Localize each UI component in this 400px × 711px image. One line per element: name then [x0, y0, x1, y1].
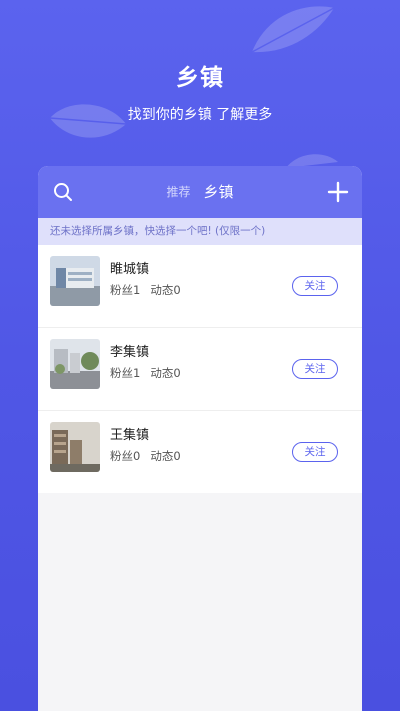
follow-button[interactable]: 关注 [292, 359, 338, 379]
follow-button[interactable]: 关注 [292, 276, 338, 296]
town-thumbnail [50, 422, 100, 472]
posts-count: 动态0 [150, 449, 181, 463]
page-title: 乡镇 [176, 65, 224, 91]
town-card: 推荐 乡镇 还未选择所属乡镇，快选择一个吧! (仅限一个) 睢城镇 粉丝1 动态0… [38, 166, 362, 711]
fans-count: 粉丝1 [110, 283, 141, 297]
plus-icon[interactable] [326, 180, 350, 204]
list-item[interactable]: 睢城镇 粉丝1 动态0 关注 [38, 245, 362, 328]
town-thumbnail [50, 339, 100, 389]
town-stats: 粉丝1 动态0 [110, 365, 191, 381]
tab-bar: 推荐 乡镇 [38, 166, 362, 218]
follow-button[interactable]: 关注 [292, 442, 338, 462]
town-thumbnail [50, 256, 100, 306]
tab-recommend[interactable]: 推荐 [166, 166, 190, 218]
town-stats: 粉丝1 动态0 [110, 282, 191, 298]
town-name: 睢城镇 [110, 262, 150, 277]
posts-count: 动态0 [150, 283, 181, 297]
town-list: 睢城镇 粉丝1 动态0 关注 李集镇 粉丝1 动态0 关注 王集镇 粉丝0 动态… [38, 245, 362, 493]
fans-count: 粉丝1 [110, 366, 141, 380]
page-subtitle: 找到你的乡镇 了解更多 [127, 107, 273, 123]
posts-count: 动态0 [150, 366, 181, 380]
fans-count: 粉丝0 [110, 449, 141, 463]
list-item[interactable]: 李集镇 粉丝1 动态0 关注 [38, 328, 362, 411]
leaf-decoration-icon [251, 6, 335, 53]
town-stats: 粉丝0 动态0 [110, 448, 191, 464]
tab-towns[interactable]: 乡镇 [204, 166, 234, 218]
notice-banner: 还未选择所属乡镇，快选择一个吧! (仅限一个) [38, 218, 362, 245]
list-item[interactable]: 王集镇 粉丝0 动态0 关注 [38, 411, 362, 493]
town-name: 王集镇 [110, 428, 150, 443]
card-header: 推荐 乡镇 [38, 166, 362, 218]
town-name: 李集镇 [110, 345, 150, 360]
